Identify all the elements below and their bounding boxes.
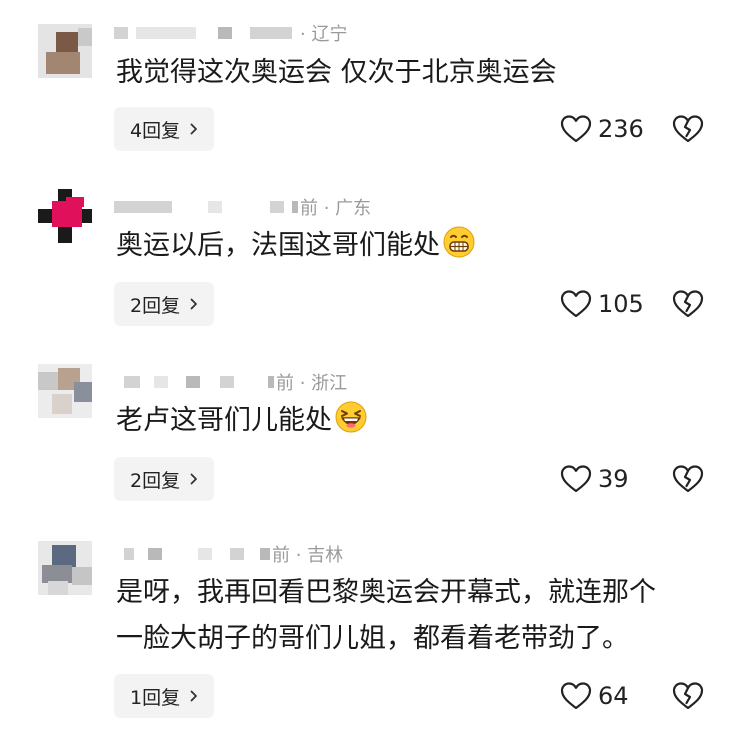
heart-outline-icon — [560, 682, 592, 710]
blurred-username — [260, 548, 270, 560]
blurred-username — [114, 201, 172, 213]
reply-button[interactable]: 2回复 — [114, 282, 215, 326]
blurred-username — [124, 376, 140, 388]
comment-line: 一脸大胡子的哥们儿姐，都看着老带劲了。 — [116, 623, 629, 654]
avatar[interactable] — [38, 189, 92, 243]
blurred-username — [148, 548, 162, 560]
like-button[interactable]: 236 — [560, 112, 644, 146]
blurred-username — [124, 548, 134, 560]
blurred-username — [198, 548, 212, 560]
time-location: 前 · 广东 — [300, 198, 372, 219]
like-count: 39 — [598, 465, 629, 493]
comment-line: 老卢这哥们儿能处 — [116, 405, 332, 436]
like-button[interactable]: 64 — [560, 679, 629, 713]
time-location: · 辽宁 — [300, 24, 348, 45]
comment-item: · 辽宁 我觉得这次奥运会 仅次于北京奥运会 4回复 236 — [0, 0, 738, 175]
comment-text: 奥运以后，法国这哥们能处 — [116, 223, 476, 269]
chevron-right-icon — [190, 123, 197, 135]
blurred-username — [292, 201, 298, 213]
reply-label: 4回复 — [130, 119, 181, 142]
comment-text: 老卢这哥们儿能处 — [116, 398, 368, 444]
avatar[interactable] — [38, 364, 92, 418]
comment-line: 是呀，我再回看巴黎奥运会开幕式，就连那个 — [116, 577, 656, 608]
blurred-username — [186, 376, 200, 388]
blurred-username — [270, 201, 284, 213]
blurred-username — [114, 27, 128, 39]
comment-meta: 前 · 浙江 — [114, 369, 348, 394]
like-button[interactable]: 105 — [560, 287, 644, 321]
comment-item: 前 · 广东 奥运以后，法国这哥们能处 2回复 105 — [0, 175, 738, 350]
broken-heart-icon[interactable] — [672, 464, 704, 494]
comment-meta: 前 · 吉林 — [114, 541, 344, 566]
reply-label: 1回复 — [130, 686, 181, 709]
time-location: 前 · 吉林 — [272, 545, 344, 566]
comment-line: 我觉得这次奥运会 仅次于北京奥运会 — [116, 57, 557, 88]
comment-item: 前 · 吉林 是呀，我再回看巴黎奥运会开幕式，就连那个 一脸大胡子的哥们儿姐，都… — [0, 525, 738, 741]
reply-label: 2回复 — [130, 294, 181, 317]
blurred-username — [220, 376, 234, 388]
broken-heart-icon[interactable] — [672, 289, 704, 319]
grin-emoji — [443, 226, 475, 258]
avatar[interactable] — [38, 541, 92, 595]
reply-button[interactable]: 4回复 — [114, 107, 215, 151]
comment-item: 前 · 浙江 老卢这哥们儿能处 2回复 39 — [0, 350, 738, 525]
like-count: 105 — [598, 290, 644, 318]
reply-button[interactable]: 1回复 — [114, 674, 215, 718]
broken-heart-icon[interactable] — [672, 114, 704, 144]
like-count: 236 — [598, 115, 644, 143]
chevron-right-icon — [190, 473, 197, 485]
like-count: 64 — [598, 682, 629, 710]
blurred-username — [154, 376, 168, 388]
heart-outline-icon — [560, 115, 592, 143]
reply-label: 2回复 — [130, 469, 181, 492]
blurred-username — [230, 548, 244, 560]
avatar[interactable] — [38, 24, 92, 78]
reply-button[interactable]: 2回复 — [114, 457, 215, 501]
comment-text: 是呀，我再回看巴黎奥运会开幕式，就连那个 一脸大胡子的哥们儿姐，都看着老带劲了。 — [116, 570, 656, 662]
comment-line: 奥运以后，法国这哥们能处 — [116, 230, 440, 261]
time-location: 前 · 浙江 — [276, 373, 348, 394]
chevron-right-icon — [190, 298, 197, 310]
blurred-username — [268, 376, 274, 388]
blurred-username — [218, 27, 232, 39]
blurred-username — [250, 27, 292, 39]
comment-meta: 前 · 广东 — [114, 194, 372, 219]
heart-outline-icon — [560, 465, 592, 493]
blurred-username — [208, 201, 222, 213]
comment-meta: · 辽宁 — [114, 20, 348, 45]
comment-text: 我觉得这次奥运会 仅次于北京奥运会 — [116, 50, 557, 96]
like-button[interactable]: 39 — [560, 462, 629, 496]
chevron-right-icon — [190, 690, 197, 702]
broken-heart-icon[interactable] — [672, 681, 704, 711]
heart-outline-icon — [560, 290, 592, 318]
blurred-username — [136, 27, 196, 39]
laugh-emoji — [335, 401, 367, 433]
